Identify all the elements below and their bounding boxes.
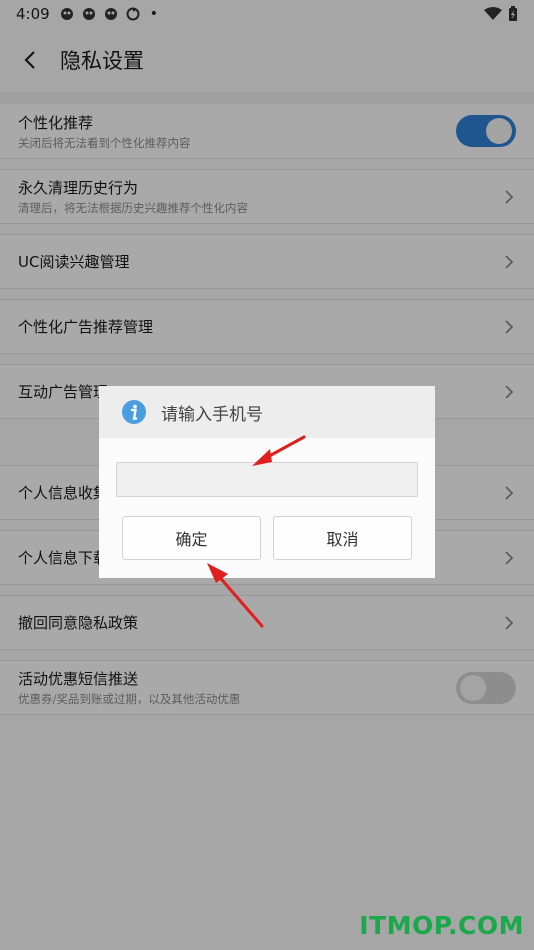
dim-overlay-header: [0, 28, 534, 92]
dim-overlay-status: [0, 0, 534, 28]
confirm-button[interactable]: 确定: [122, 516, 261, 560]
phone-input-dialog: 请输入手机号 确定 取消: [99, 386, 435, 578]
cancel-button[interactable]: 取消: [273, 516, 412, 560]
watermark: ITMOP.COM: [359, 911, 524, 940]
phone-number-input[interactable]: [116, 462, 418, 497]
dialog-header: 请输入手机号: [99, 386, 435, 438]
info-icon: [122, 400, 146, 424]
dialog-title: 请输入手机号: [161, 404, 263, 425]
